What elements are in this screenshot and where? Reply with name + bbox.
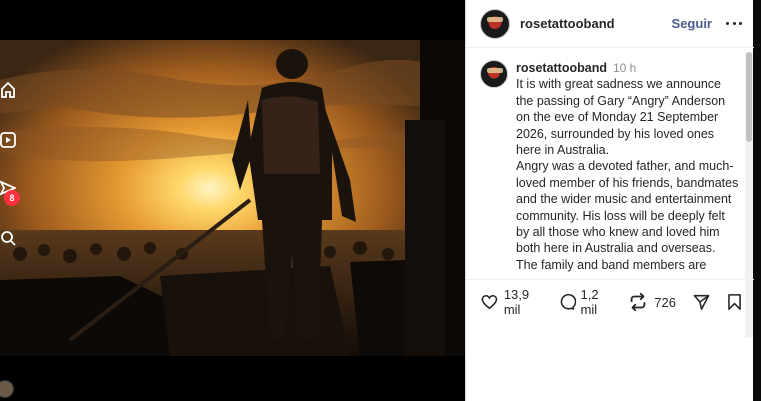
follow-button[interactable]: Seguir bbox=[672, 16, 712, 31]
reposts-count: 726 bbox=[654, 294, 676, 310]
notification-badge: 8 bbox=[4, 190, 20, 206]
profile-avatar[interactable] bbox=[0, 380, 14, 398]
save-bookmark-icon[interactable] bbox=[725, 291, 744, 313]
more-options-icon[interactable] bbox=[726, 16, 742, 32]
header-username[interactable]: rosetattooband bbox=[520, 16, 615, 31]
caption-body: rosetattooband 10 h It is with great sadn… bbox=[516, 60, 740, 279]
repost-button[interactable]: 726 bbox=[627, 291, 676, 313]
reels-icon[interactable] bbox=[0, 130, 16, 150]
caption-timestamp: 10 h bbox=[612, 61, 637, 75]
post-photo[interactable] bbox=[0, 40, 465, 356]
comment-button[interactable]: 1,2 mil bbox=[557, 287, 613, 317]
left-nav-rail: 8 bbox=[0, 0, 22, 401]
home-icon[interactable] bbox=[0, 80, 16, 100]
share-icon[interactable] bbox=[692, 291, 711, 313]
dot bbox=[732, 22, 736, 25]
like-button[interactable]: 13,9 mil bbox=[480, 287, 543, 317]
comments-count: 1,2 mil bbox=[580, 287, 599, 317]
concert-sunset-photo bbox=[0, 40, 465, 356]
likes-count: 13,9 mil bbox=[503, 287, 530, 317]
dot bbox=[726, 22, 729, 25]
heart-icon bbox=[481, 294, 498, 310]
account-avatar[interactable] bbox=[480, 8, 510, 39]
caption-avatar[interactable] bbox=[480, 60, 508, 88]
caption-text: It is with great sadness we announce the… bbox=[516, 77, 739, 272]
post-panel: rosetattooband Seguir rosetattooband 10 h… bbox=[465, 0, 754, 401]
caption-username[interactable]: rosetattooband bbox=[516, 61, 607, 75]
media-pane: 8 bbox=[0, 0, 465, 401]
dot bbox=[739, 22, 742, 25]
comment-icon bbox=[560, 293, 576, 310]
search-icon[interactable] bbox=[0, 228, 16, 248]
caption-area: rosetattooband 10 h It is with great sadn… bbox=[466, 48, 754, 280]
post-actions: 13,9 mil 1,2 mil 726 bbox=[466, 286, 754, 318]
repost-icon bbox=[630, 292, 646, 312]
scrollbar-thumb[interactable] bbox=[746, 52, 752, 142]
post-header: rosetattooband Seguir bbox=[466, 0, 754, 48]
